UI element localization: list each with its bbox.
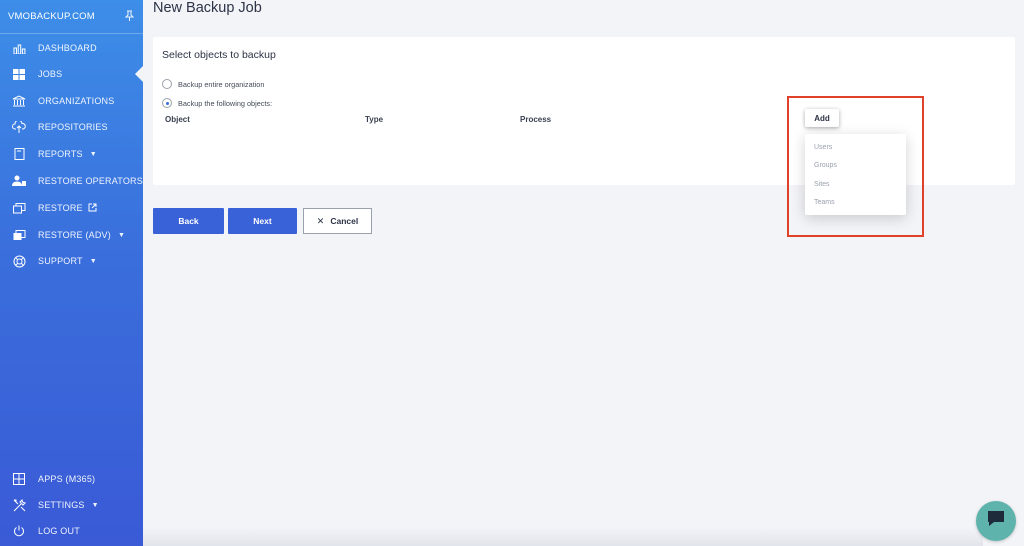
- tools-icon: [11, 498, 27, 512]
- pin-icon[interactable]: [124, 10, 135, 24]
- radio-backup-following-objects[interactable]: Backup the following objects:: [162, 98, 272, 108]
- sidebar-item-label: RESTORE OPERATORS: [38, 176, 143, 186]
- radio-label: Backup the following objects:: [178, 98, 273, 108]
- power-icon: [11, 524, 27, 538]
- back-button[interactable]: Back: [153, 208, 224, 234]
- sidebar-item-label: LOG OUT: [38, 526, 80, 536]
- chat-button[interactable]: [976, 501, 1016, 541]
- radio-button[interactable]: [162, 79, 172, 89]
- sidebar-item-support[interactable]: SUPPORT ▼: [0, 250, 143, 272]
- sidebar-item-label: APPS (M365): [38, 474, 96, 484]
- radio-backup-entire-org[interactable]: Backup entire organization: [162, 79, 264, 89]
- brand-name: VMOBACKUP.COM: [8, 11, 95, 22]
- cancel-button[interactable]: ✕ Cancel: [303, 208, 372, 234]
- column-header-type: Type: [365, 115, 384, 124]
- sidebar-item-organizations[interactable]: ORGANIZATIONS: [0, 90, 143, 112]
- sidebar-item-label: ORGANIZATIONS: [38, 96, 115, 106]
- external-link-icon: [88, 203, 97, 214]
- chat-bubble-icon: [986, 510, 1006, 533]
- close-icon: ✕: [316, 215, 325, 226]
- chevron-down-icon: ▼: [91, 501, 99, 509]
- section-title: Select objects to backup: [162, 49, 276, 61]
- sidebar-item-label: JOBS: [38, 69, 63, 79]
- chevron-down-icon: ▼: [89, 150, 97, 158]
- restore-adv-icon: [11, 228, 27, 242]
- radio-label: Backup entire organization: [178, 79, 265, 89]
- column-header-process: Process: [520, 115, 552, 124]
- sidebar-item-label: RESTORE (ADV): [38, 230, 111, 240]
- sidebar-item-label: RESTORE: [38, 203, 83, 213]
- sidebar-item-restore-operators[interactable]: RESTORE OPERATORS: [0, 170, 143, 192]
- sidebar-item-label: REPOSITORIES: [38, 122, 108, 132]
- sidebar-item-dashboard[interactable]: DASHBOARD: [0, 37, 143, 59]
- sidebar-item-label: REPORTS: [38, 149, 83, 159]
- grid-icon: [11, 472, 27, 486]
- sidebar-item-reports[interactable]: REPORTS ▼: [0, 143, 143, 165]
- chevron-down-icon: ▼: [89, 257, 97, 265]
- sidebar-item-settings[interactable]: SETTINGS ▼: [0, 494, 143, 516]
- radio-button[interactable]: [162, 98, 172, 108]
- sidebar-item-restore-adv[interactable]: RESTORE (ADV) ▼: [0, 224, 143, 246]
- sidebar-item-restore[interactable]: RESTORE: [0, 197, 143, 219]
- active-indicator: [135, 66, 143, 82]
- brand-header: VMOBACKUP.COM: [0, 0, 143, 34]
- cloud-upload-icon: [11, 120, 27, 134]
- footer-fade: [143, 527, 983, 546]
- lifebuoy-icon: [11, 254, 27, 268]
- sidebar-item-label: SETTINGS: [38, 500, 85, 510]
- restore-icon: [11, 201, 27, 215]
- highlight-annotation: [787, 96, 924, 237]
- sidebar-item-jobs[interactable]: JOBS: [0, 63, 143, 85]
- page-title: New Backup Job: [153, 0, 262, 16]
- sidebar-item-label: DASHBOARD: [38, 43, 97, 53]
- column-header-object: Object: [165, 115, 190, 124]
- sidebar-item-apps[interactable]: APPS (M365): [0, 468, 143, 490]
- cancel-label: Cancel: [330, 216, 359, 226]
- report-icon: [11, 147, 27, 161]
- sidebar-item-logout[interactable]: LOG OUT: [0, 520, 143, 542]
- windows-icon: [11, 67, 27, 81]
- bank-icon: [11, 94, 27, 108]
- chevron-down-icon: ▼: [117, 231, 126, 239]
- next-button[interactable]: Next: [228, 208, 297, 234]
- users-icon: [11, 174, 27, 188]
- sidebar: VMOBACKUP.COM DASHBOARD JOBS ORGANIZATIO…: [0, 0, 143, 546]
- sidebar-item-repositories[interactable]: REPOSITORIES: [0, 116, 143, 138]
- sidebar-item-label: SUPPORT: [38, 256, 83, 266]
- bar-chart-icon: [11, 41, 27, 55]
